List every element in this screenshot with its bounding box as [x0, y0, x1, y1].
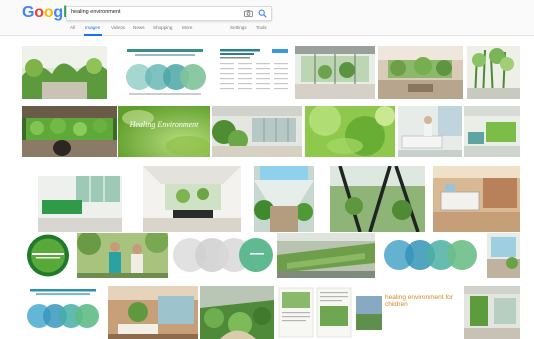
tab-all[interactable]: All — [70, 25, 75, 30]
image-result[interactable] — [383, 233, 479, 278]
image-result[interactable] — [254, 166, 314, 232]
logo-letter: o — [34, 4, 44, 21]
image-result[interactable] — [305, 106, 395, 157]
tab-videos[interactable]: Videos — [111, 25, 125, 30]
image-result[interactable] — [22, 46, 107, 99]
tab-settings[interactable]: Settings — [230, 25, 247, 30]
image-result[interactable]: healing environment for children — [356, 286, 460, 339]
search-header: Google healing environment All Images Vi… — [0, 0, 534, 36]
image-results-grid: Healing Environment healing environment … — [0, 36, 534, 339]
image-result[interactable] — [108, 286, 198, 339]
search-input[interactable]: healing environment — [66, 6, 272, 21]
tab-tools[interactable]: Tools — [256, 25, 267, 30]
image-result[interactable] — [295, 46, 375, 99]
image-result[interactable] — [464, 106, 520, 157]
image-result[interactable] — [467, 46, 520, 99]
image-result[interactable] — [277, 233, 375, 278]
image-result[interactable] — [464, 286, 520, 339]
search-icon[interactable] — [258, 9, 267, 18]
image-overlay-text: healing environment for children — [385, 294, 453, 308]
logo-letter: g — [53, 4, 63, 21]
tab-shopping[interactable]: Shopping — [153, 25, 172, 30]
image-result[interactable] — [398, 106, 462, 157]
tab-more[interactable]: More — [182, 25, 192, 30]
image-result[interactable] — [200, 286, 274, 339]
image-result[interactable] — [378, 46, 463, 99]
image-result[interactable] — [216, 46, 292, 99]
logo-letter: G — [22, 4, 35, 21]
image-result[interactable] — [38, 166, 122, 232]
camera-icon[interactable] — [244, 10, 253, 17]
image-result[interactable] — [77, 233, 168, 278]
image-result[interactable] — [143, 166, 241, 232]
image-overlay-text: Healing Environment — [129, 120, 199, 129]
image-result[interactable] — [22, 233, 74, 278]
image-result[interactable] — [117, 46, 213, 99]
image-result[interactable] — [330, 166, 425, 232]
image-result[interactable]: Healing Environment — [118, 106, 210, 157]
image-result[interactable] — [170, 233, 274, 278]
search-query[interactable]: healing environment — [71, 9, 121, 15]
tab-news[interactable]: News — [133, 25, 145, 30]
image-result[interactable] — [22, 106, 117, 157]
logo-letter: o — [43, 4, 54, 21]
image-result[interactable] — [433, 166, 520, 232]
image-result[interactable] — [22, 286, 104, 339]
image-result[interactable] — [277, 286, 353, 339]
tab-images[interactable]: Images — [85, 25, 100, 30]
image-result[interactable] — [487, 233, 520, 278]
image-result[interactable] — [212, 106, 302, 157]
